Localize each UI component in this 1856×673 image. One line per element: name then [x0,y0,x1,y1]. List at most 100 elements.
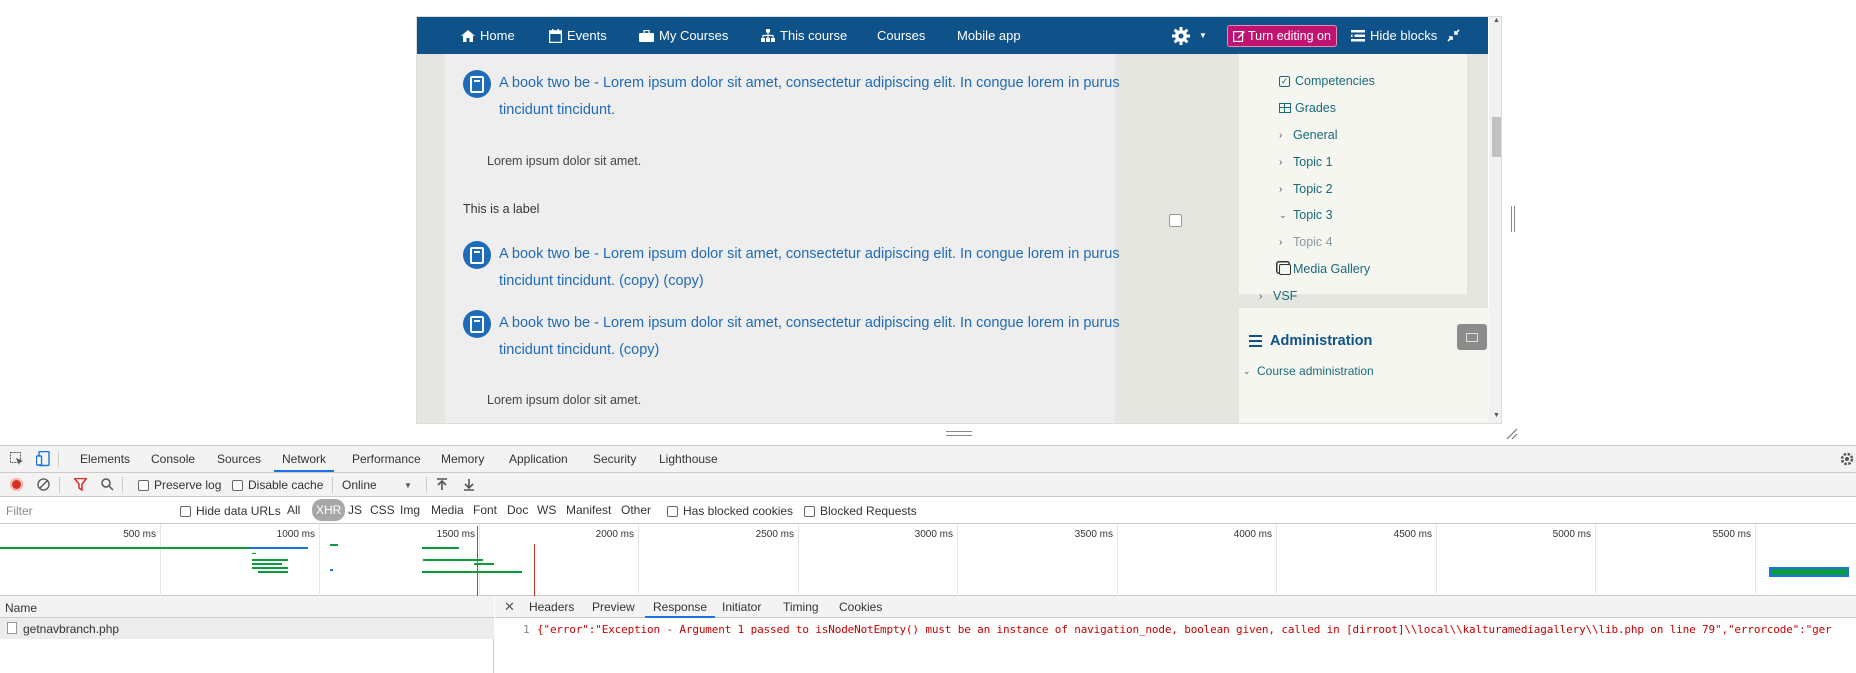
close-icon[interactable]: ✕ [504,599,515,615]
tree-item-general[interactable]: › General [1279,128,1337,142]
hide-blocks-button[interactable]: Hide blocks [1351,17,1437,54]
filter-type-ws[interactable]: WS [537,499,556,521]
nav-my-courses[interactable]: My Courses [639,17,728,54]
course-label: This is a label [463,202,540,216]
nav-home[interactable]: Home [461,17,515,54]
nav-courses[interactable]: Courses [877,17,925,54]
tree-item-vsf[interactable]: › VSF [1259,289,1297,303]
book-activity-3-link[interactable]: A book two be - Lorem ipsum dolor sit am… [499,310,1149,364]
checkbox-box [138,479,149,491]
tab-application[interactable]: Application [509,446,568,472]
filter-input[interactable]: Filter [0,500,168,520]
filter-funnel-icon[interactable] [74,478,87,491]
tab-lighthouse[interactable]: Lighthouse [659,446,718,472]
tree-item-topic-3[interactable]: ⌄ Topic 3 [1279,208,1333,222]
record-icon[interactable] [10,478,23,491]
name-column-header[interactable]: Name [5,601,37,615]
chevron-right-icon: › [1259,290,1263,302]
blocked-requests-checkbox[interactable]: Blocked Requests [804,504,917,518]
tree-item-topic-2[interactable]: › Topic 2 [1279,182,1333,196]
timeline-request-bar [252,553,256,554]
block-region: ✓ Competencies Grades › General › Topic … [1229,54,1489,423]
tree-item-grades[interactable]: Grades [1279,101,1336,115]
request-row[interactable]: getnavbranch.php [0,618,494,639]
navigation-block [1239,54,1467,294]
tree-item-label: VSF [1273,289,1298,303]
tab-elements[interactable]: Elements [80,446,130,472]
timeline-tick-label: 1500 ms [436,529,475,540]
filter-type-manifest[interactable]: Manifest [566,499,611,521]
page-scrollbar[interactable]: ▲ ▼ [1489,17,1501,423]
nav-this-course[interactable]: This course [761,17,847,54]
toolbar-divider [426,477,427,493]
turn-editing-on-button[interactable]: Turn editing on [1227,25,1337,47]
search-icon[interactable] [101,478,114,491]
scroll-down-arrow-icon: ▼ [1493,412,1500,419]
throttling-select[interactable]: Online ▼ [342,478,414,492]
nav-mobile-app[interactable]: Mobile app [957,17,1021,54]
export-har-icon[interactable] [463,478,475,491]
filter-type-doc[interactable]: Doc [507,499,528,521]
clear-icon[interactable] [37,478,50,491]
filter-bar: Filter Hide data URLs All XHR JS CSS Img… [0,497,1856,524]
preserve-log-checkbox[interactable]: Preserve log [138,478,221,492]
filter-type-font[interactable]: Font [473,499,497,521]
detail-tab-initiator[interactable]: Initiator [722,596,761,618]
detail-tab-response[interactable]: Response [645,596,716,618]
book-activity-3[interactable]: A book two be - Lorem ipsum dolor sit am… [463,310,1149,364]
hide-data-urls-checkbox[interactable]: Hide data URLs [180,504,281,518]
timeline-request-bar [252,567,288,569]
inspect-element-icon[interactable] [10,452,24,466]
book-activity-1-link[interactable]: A book two be - Lorem ipsum dolor sit am… [499,70,1149,124]
detail-tab-preview[interactable]: Preview [592,596,635,618]
vertical-resize-handle[interactable] [1511,206,1515,232]
book-activity-1[interactable]: A book two be - Lorem ipsum dolor sit am… [463,70,1149,124]
tab-performance[interactable]: Performance [352,446,421,472]
disable-cache-checkbox[interactable]: Disable cache [232,478,323,492]
tab-security[interactable]: Security [593,446,636,472]
tab-network[interactable]: Network [274,446,335,472]
has-blocked-cookies-checkbox[interactable]: Has blocked cookies [667,504,793,518]
collapse-fullscreen-button[interactable] [1447,17,1465,54]
tab-console[interactable]: Console [151,446,195,472]
tree-item-competencies[interactable]: ✓ Competencies [1279,74,1375,88]
timeline-tick [1755,524,1756,596]
completion-checkbox[interactable] [1169,214,1182,227]
tree-item-course-administration[interactable]: ⌄ Course administration [1243,364,1374,378]
settings-menu[interactable]: ▼ [1171,17,1207,54]
import-har-icon[interactable] [436,478,448,491]
book-activity-2-link[interactable]: A book two be - Lorem ipsum dolor sit am… [499,241,1149,295]
device-toolbar-icon[interactable] [36,451,50,467]
detail-tab-timing[interactable]: Timing [783,596,819,618]
detail-tab-cookies[interactable]: Cookies [839,596,882,618]
filter-type-xhr[interactable]: XHR [312,499,346,521]
tree-item-topic-4[interactable]: › Topic 4 [1279,235,1333,249]
book-activity-2[interactable]: A book two be - Lorem ipsum dolor sit am… [463,241,1149,295]
network-overview-timeline[interactable]: 500 ms 1000 ms 1500 ms 2000 ms 2500 ms 3000 m… [0,524,1856,596]
disable-cache-label: Disable cache [248,478,324,492]
tab-sources[interactable]: Sources [217,446,261,472]
filter-type-img[interactable]: Img [400,499,420,521]
dropdown-arrow-icon: ▼ [404,480,412,490]
request-name: getnavbranch.php [23,622,120,636]
tab-memory[interactable]: Memory [441,446,484,472]
scrollbar-thumb[interactable] [1492,117,1501,157]
tree-item-topic-1[interactable]: › Topic 1 [1279,155,1333,169]
devtools-tabbar: Elements Console Sources Network Perform… [0,446,1856,473]
filter-type-all[interactable]: All [287,499,300,521]
response-viewer[interactable]: 1 {"error":"Exception - Argument 1 passe… [495,618,1856,673]
throttling-value: Online [342,478,377,492]
filter-type-other[interactable]: Other [621,499,651,521]
horizontal-resize-handle[interactable] [946,431,972,436]
filter-type-js[interactable]: JS [348,499,362,521]
devtools-settings-gear-icon[interactable] [1840,452,1854,466]
block-actions-button[interactable] [1457,324,1487,350]
corner-resize-icon[interactable] [1506,428,1518,440]
filter-type-css[interactable]: CSS [370,499,395,521]
detail-tab-headers[interactable]: Headers [529,596,574,618]
checkbox-box [667,505,678,517]
filter-type-media[interactable]: Media [431,499,464,521]
tree-item-media-gallery[interactable]: Media Gallery [1279,262,1370,276]
calendar-icon [549,28,562,43]
nav-events[interactable]: Events [549,17,607,54]
